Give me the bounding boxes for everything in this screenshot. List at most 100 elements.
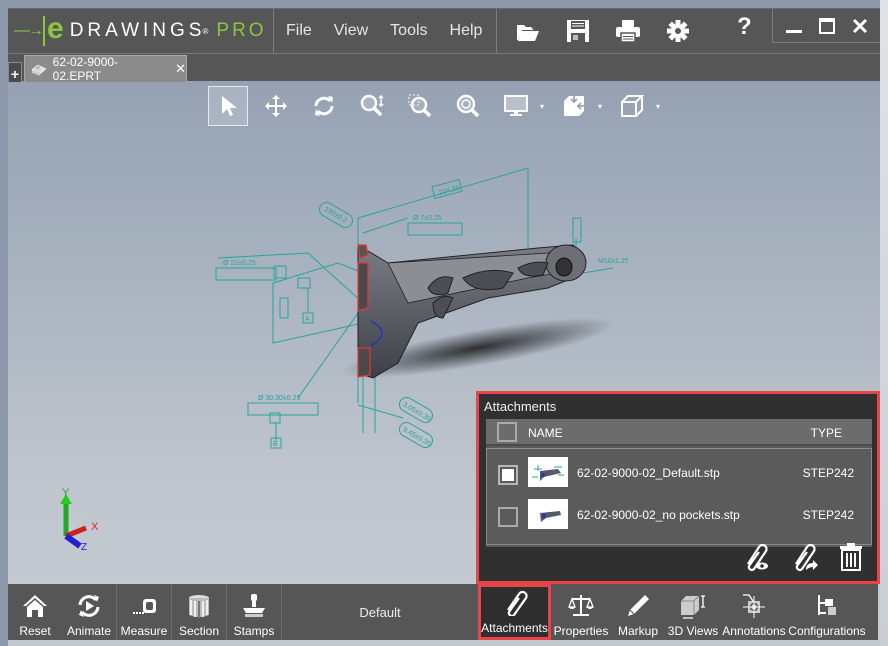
maximize-icon — [818, 17, 835, 34]
properties-button[interactable]: Properties — [551, 584, 611, 640]
datum-b: B — [273, 441, 278, 448]
attachment-thumbnail — [528, 499, 568, 529]
measure-button[interactable]: Measure — [117, 584, 172, 640]
maximize-button[interactable] — [816, 15, 838, 37]
rotate-tool-button[interactable] — [304, 86, 344, 126]
logo-name: DRAWINGS — [69, 20, 206, 41]
display-mode-dropdown-icon[interactable]: ▾ — [540, 102, 544, 111]
tab-close-button[interactable]: ✕ — [175, 61, 186, 77]
menu-bar: File View Tools Help — [274, 9, 497, 53]
attachments-list: 62-02-9000-02_Default.stp STEP242 62-02-… — [486, 448, 872, 545]
triad-z-label: Z — [81, 542, 87, 553]
attachment-row[interactable]: 62-02-9000-02_Default.stp STEP242 — [487, 453, 871, 493]
quick-toolbar — [497, 9, 711, 53]
triad-y-label: Y — [62, 488, 70, 499]
attachments-panel: Attachments NAME TYPE 62-02-9000-02_Defa… — [476, 391, 880, 584]
close-button[interactable] — [849, 15, 871, 37]
attachments-label: Attachments — [481, 621, 548, 635]
pencil-icon — [628, 595, 649, 616]
attachments-actions — [723, 541, 867, 573]
zoom-icon — [360, 94, 384, 117]
column-header-name[interactable]: NAME — [528, 426, 563, 440]
paperclip-icon — [506, 590, 528, 616]
animate-icon — [78, 595, 100, 617]
open-icon — [517, 20, 539, 41]
logo-e: e — [47, 12, 64, 45]
open-button[interactable] — [511, 14, 545, 48]
rotate-icon — [314, 96, 334, 116]
pan-icon — [265, 95, 287, 117]
measure-label: Measure — [120, 624, 168, 638]
help-button[interactable]: ? — [737, 13, 752, 41]
dim-dia-22: Ø 22±0.25 — [223, 260, 256, 267]
section-views-dropdown-icon[interactable]: ▾ — [598, 102, 602, 111]
section-cube-icon — [564, 94, 587, 116]
zoom-to-area-button[interactable] — [400, 86, 440, 126]
stamps-button[interactable]: Stamps — [227, 584, 282, 640]
minimize-button[interactable] — [783, 15, 805, 37]
attachments-button[interactable]: Attachments — [478, 584, 551, 640]
3d-views-icon — [681, 595, 705, 619]
menu-view[interactable]: View — [334, 22, 368, 40]
cursor-icon — [222, 96, 237, 116]
stamp-icon — [243, 594, 265, 617]
select-tool-button[interactable] — [208, 86, 248, 126]
menu-file[interactable]: File — [286, 22, 312, 40]
section-icon — [189, 595, 209, 618]
settings-button[interactable] — [661, 14, 695, 48]
configurations-button[interactable]: Configurations — [787, 584, 867, 640]
annotations-icon — [743, 594, 765, 618]
document-tab[interactable]: 62-02-9000-02.EPRT ✕ — [24, 55, 187, 83]
print-button[interactable] — [611, 14, 645, 48]
section-button[interactable]: Section — [172, 584, 227, 640]
annotations-button[interactable]: Annotations — [721, 584, 787, 640]
column-header-type[interactable]: TYPE — [811, 426, 842, 440]
configurations-icon — [818, 595, 836, 615]
pan-tool-button[interactable] — [256, 86, 296, 126]
minimize-icon — [785, 29, 802, 33]
home-icon — [23, 595, 47, 617]
cube-icon — [621, 95, 645, 117]
3d-views-button[interactable]: 3D Views — [665, 584, 721, 640]
standard-views-dropdown-icon[interactable]: ▾ — [656, 102, 660, 111]
attachment-type: STEP242 — [802, 466, 854, 480]
open-attachment-button[interactable] — [787, 541, 819, 573]
save-icon — [567, 20, 589, 42]
document-tab-label: 62-02-9000-02.EPRT — [52, 55, 119, 83]
section-views-button[interactable] — [554, 86, 594, 126]
logo-registered: ® — [202, 26, 209, 36]
zoom-tool-button[interactable] — [352, 86, 392, 126]
viewport-bottom-strip — [8, 640, 880, 646]
view-attachment-button[interactable] — [739, 541, 771, 573]
reset-button[interactable]: Reset — [8, 584, 62, 640]
reset-label: Reset — [19, 624, 51, 638]
animate-label: Animate — [66, 624, 112, 638]
tape-measure-icon — [133, 599, 156, 614]
dim-dia-30: Ø 30.30±0.25 — [258, 395, 300, 402]
save-button[interactable] — [561, 14, 595, 48]
menu-help[interactable]: Help — [450, 22, 483, 40]
attachment-name: 62-02-9000-02_Default.stp — [577, 466, 720, 480]
attachment-checkbox[interactable] — [498, 507, 518, 527]
active-configuration[interactable]: Default — [282, 584, 478, 640]
zoom-to-fit-button[interactable] — [448, 86, 488, 126]
logo-arrow-icon: —→ — [14, 22, 44, 39]
monitor-icon — [504, 95, 528, 116]
title-bar: —→ e DRAWINGS ® PRO File View Tools Help — [8, 8, 880, 53]
display-mode-button[interactable] — [496, 86, 536, 126]
delete-attachment-button[interactable] — [835, 541, 867, 573]
animate-button[interactable]: Animate — [62, 584, 117, 640]
attachment-checkbox[interactable] — [498, 465, 518, 485]
markup-button[interactable]: Markup — [611, 584, 665, 640]
section-label: Section — [178, 624, 220, 638]
close-icon — [852, 18, 867, 33]
triad-x-label: X — [91, 521, 99, 533]
print-icon — [616, 20, 640, 43]
select-all-checkbox[interactable] — [497, 422, 517, 442]
app-logo: —→ e DRAWINGS ® PRO — [8, 9, 274, 53]
menu-tools[interactable]: Tools — [390, 22, 427, 40]
standard-views-button[interactable] — [612, 86, 652, 126]
logo-bar — [43, 16, 45, 46]
new-tab-button[interactable]: + — [8, 62, 22, 82]
attachment-row[interactable]: 62-02-9000-02_no pockets.stp STEP242 — [487, 495, 871, 535]
